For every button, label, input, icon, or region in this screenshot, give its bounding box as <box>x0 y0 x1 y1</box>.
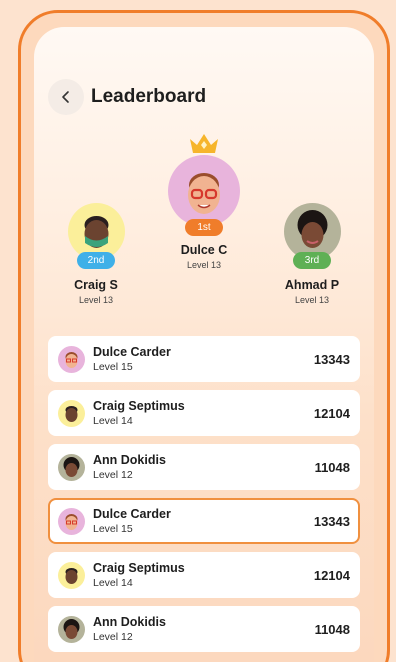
list-item[interactable]: Ann Dokidis Level 12 11048 <box>48 606 360 652</box>
avatar <box>58 615 85 643</box>
rank-badge: 1st <box>185 219 223 236</box>
row-score: 12104 <box>313 405 350 421</box>
avatar <box>58 561 85 589</box>
row-level: Level 12 <box>93 469 133 481</box>
app-screen: Leaderboard 1st Dulce C Level 13 2nd Cra… <box>34 27 374 662</box>
row-score: 13343 <box>313 351 350 367</box>
crown-icon <box>190 134 218 153</box>
row-name: Dulce Carder <box>93 345 171 359</box>
row-score: 13343 <box>313 513 350 529</box>
podium-first[interactable]: 1st Dulce C Level 13 <box>162 131 246 270</box>
avatar <box>58 399 85 427</box>
back-button[interactable] <box>48 79 84 115</box>
podium-name: Craig S <box>74 278 118 292</box>
page-title: Leaderboard <box>91 86 207 107</box>
row-name: Craig Septimus <box>93 561 185 575</box>
avatar: 3rd <box>283 203 341 269</box>
row-level: Level 15 <box>93 361 133 373</box>
row-level: Level 14 <box>93 415 133 427</box>
rank-badge: 3rd <box>293 252 331 269</box>
podium-name: Dulce C <box>180 243 228 257</box>
leaderboard-list: Dulce Carder Level 15 13343 Craig Septimu… <box>48 336 360 660</box>
header: Leaderboard <box>48 78 206 116</box>
podium-second[interactable]: 2nd Craig S Level 13 <box>54 203 138 305</box>
avatar: 2nd <box>67 203 125 269</box>
podium-level: Level 13 <box>294 295 330 305</box>
row-score: 11048 <box>314 621 350 637</box>
row-name: Dulce Carder <box>93 507 171 521</box>
rank-badge: 2nd <box>77 252 115 269</box>
avatar <box>58 507 85 535</box>
list-item[interactable]: Craig Septimus Level 14 12104 <box>48 552 360 598</box>
list-item[interactable]: Ann Dokidis Level 12 11048 <box>48 444 360 490</box>
row-level: Level 14 <box>93 577 133 589</box>
row-score: 12104 <box>313 567 350 583</box>
row-level: Level 15 <box>93 523 133 535</box>
row-level: Level 12 <box>93 631 133 643</box>
podium-level: Level 13 <box>78 295 114 305</box>
row-score: 11048 <box>314 459 350 475</box>
podium-third[interactable]: 3rd Ahmad P Level 13 <box>270 203 354 305</box>
list-item[interactable]: Dulce Carder Level 15 13343 <box>48 336 360 382</box>
podium-name: Ahmad P <box>284 278 340 292</box>
list-item-current-user[interactable]: Dulce Carder Level 15 13343 <box>48 498 360 544</box>
row-name: Ann Dokidis <box>93 453 166 467</box>
avatar <box>58 453 85 481</box>
podium-level: Level 13 <box>186 260 222 270</box>
avatar: 1st <box>168 155 240 236</box>
list-item[interactable]: Craig Septimus Level 14 12104 <box>48 390 360 436</box>
avatar <box>58 345 85 373</box>
row-name: Ann Dokidis <box>93 615 166 629</box>
chevron-left-icon <box>62 91 69 103</box>
row-name: Craig Septimus <box>93 399 185 413</box>
